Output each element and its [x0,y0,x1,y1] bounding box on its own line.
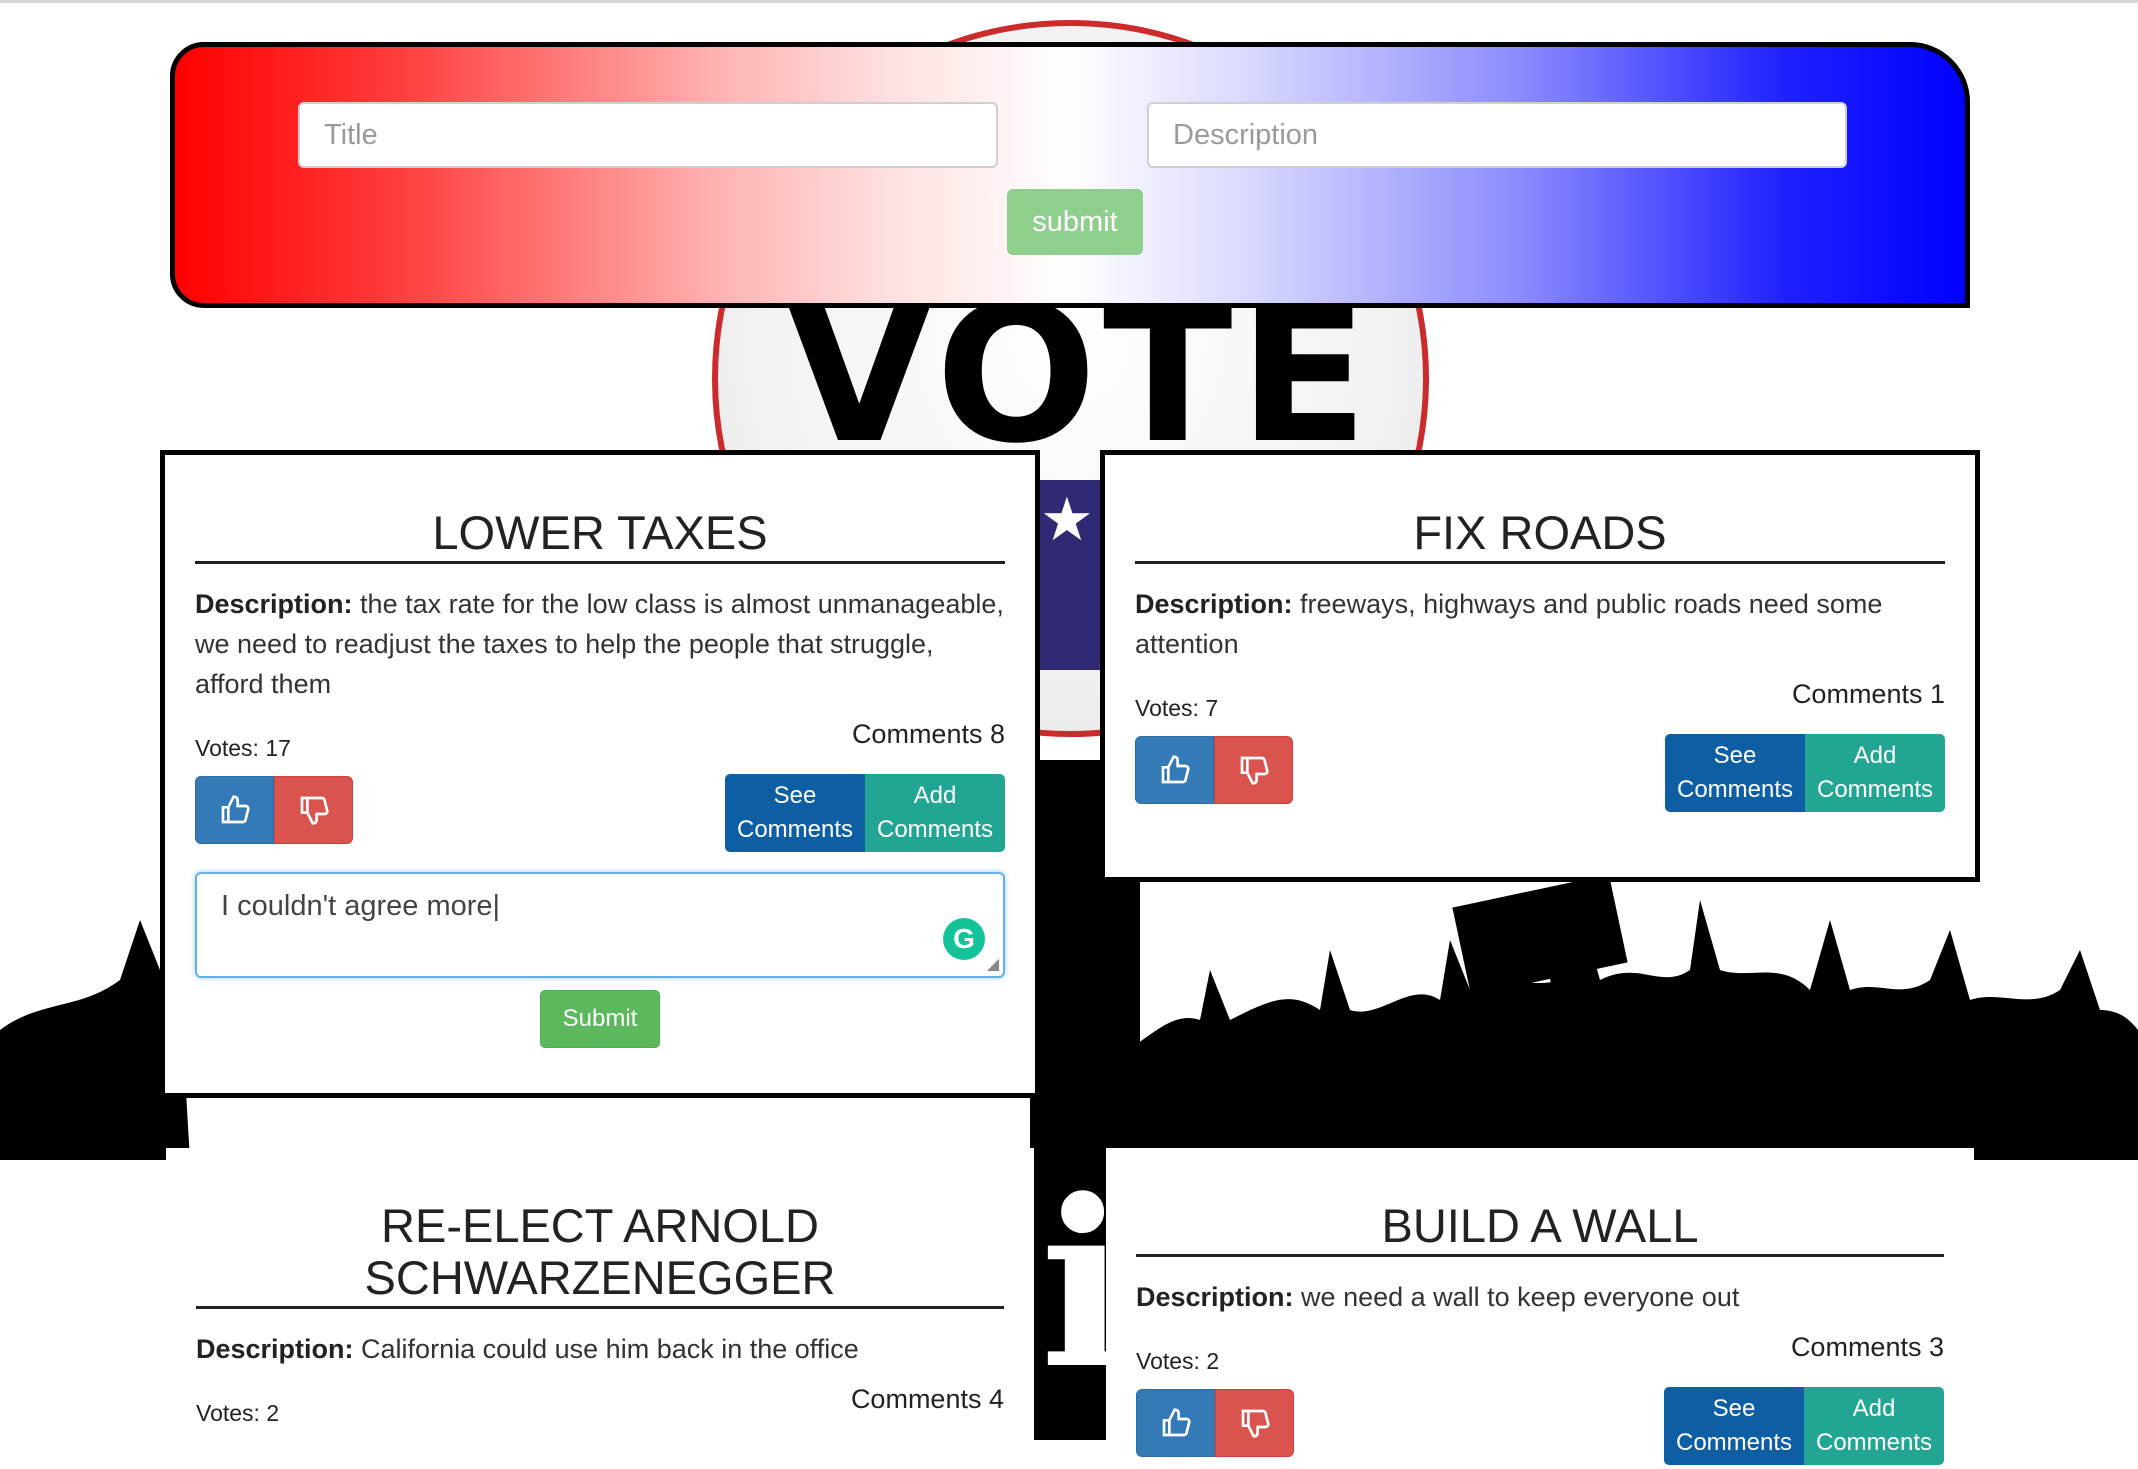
comment-buttons: See Comments Add Comments [725,774,1005,852]
description-label: Description: [1135,589,1293,619]
card-meta: Votes: 17 Comments 8 [195,719,1005,762]
card-title: FIX ROADS [1135,507,1945,564]
card-description: Description: freeways, highways and publ… [1135,584,1945,664]
description-label: Description: [1136,1282,1294,1312]
description-text: we need a wall to keep everyone out [1301,1282,1740,1312]
downvote-button[interactable] [274,776,353,844]
form-submit-button[interactable]: submit [1007,189,1143,255]
add-comments-button[interactable]: Add Comments [865,774,1005,852]
see-comments-button[interactable]: See Comments [1665,734,1805,812]
upvote-button[interactable] [1135,736,1214,804]
star-icon: ★ [1040,486,1094,553]
description-label: Description: [196,1334,354,1364]
text-cursor: | [492,890,501,922]
votes-count: Votes: 17 [195,735,291,761]
thumbs-down-icon [300,796,329,825]
comments-count: Comments 8 [851,719,1005,749]
resize-handle-icon[interactable]: ◢ [987,954,999,974]
thumbs-up-icon [1161,755,1190,784]
votes-count: Votes: 7 [1135,695,1219,721]
grammarly-icon[interactable]: G [943,918,985,960]
comment-input-text: I couldn't agree more [221,890,493,922]
proposal-card-build-a-wall: BUILD A WALL Description: we need a wall… [1106,1148,1974,1465]
card-actions: See Comments Add Comments [1135,734,1945,816]
title-input[interactable] [298,102,998,168]
vote-buttons [1136,1389,1294,1457]
comments-count: Comments 4 [850,1384,1004,1414]
card-title: RE-ELECT ARNOLD SCHWARZENEGGER [196,1200,1004,1309]
comment-buttons: See Comments Add Comments [1665,734,1945,812]
card-description: Description: we need a wall to keep ever… [1136,1277,1944,1317]
card-description: Description: California could use him ba… [196,1329,1004,1369]
upvote-button[interactable] [195,776,274,844]
card-actions: See Comments Add Comments [1136,1387,1944,1469]
proposal-card-re-elect-arnold: RE-ELECT ARNOLD SCHWARZENEGGER Descripti… [166,1148,1034,1440]
comment-buttons: See Comments Add Comments [1664,1387,1944,1465]
comment-input[interactable]: I couldn't agree more| G ◢ [195,872,1005,978]
downvote-button[interactable] [1214,736,1293,804]
card-meta: Votes: 7 Comments 1 [1135,679,1945,722]
card-title: LOWER TAXES [195,507,1005,564]
add-comments-button[interactable]: Add Comments [1804,1387,1944,1465]
comments-count: Comments 3 [1790,1332,1944,1362]
votes-count: Votes: 2 [1136,1348,1220,1374]
description-input[interactable] [1147,102,1847,168]
thumbs-down-icon [1241,1409,1270,1438]
vote-badge-text: VOTE [785,264,1375,485]
card-description: Description: the tax rate for the low cl… [195,584,1005,704]
thumbs-down-icon [1240,756,1269,785]
comment-submit-button[interactable]: Submit [540,990,660,1048]
comments-count: Comments 1 [1791,679,1945,709]
votes-count: Votes: 2 [196,1400,280,1426]
new-proposal-form: submit [170,42,1970,308]
see-comments-button[interactable]: See Comments [1664,1387,1804,1465]
vote-buttons [195,776,353,844]
downvote-button[interactable] [1215,1389,1294,1457]
description-label: Description: [195,589,353,619]
card-title: BUILD A WALL [1136,1200,1944,1257]
proposal-card-lower-taxes: LOWER TAXES Description: the tax rate fo… [160,450,1040,1098]
thumbs-up-icon [221,795,250,824]
thumbs-up-icon [1162,1408,1191,1437]
card-actions: See Comments Add Comments [195,774,1005,856]
proposal-card-fix-roads: FIX ROADS Description: freeways, highway… [1100,450,1980,882]
description-text: California could use him back in the off… [361,1334,859,1364]
vote-buttons [1135,736,1293,804]
see-comments-button[interactable]: See Comments [725,774,865,852]
card-meta: Votes: 2 Comments 4 [196,1384,1004,1427]
card-meta: Votes: 2 Comments 3 [1136,1332,1944,1375]
add-comments-button[interactable]: Add Comments [1805,734,1945,812]
upvote-button[interactable] [1136,1389,1215,1457]
